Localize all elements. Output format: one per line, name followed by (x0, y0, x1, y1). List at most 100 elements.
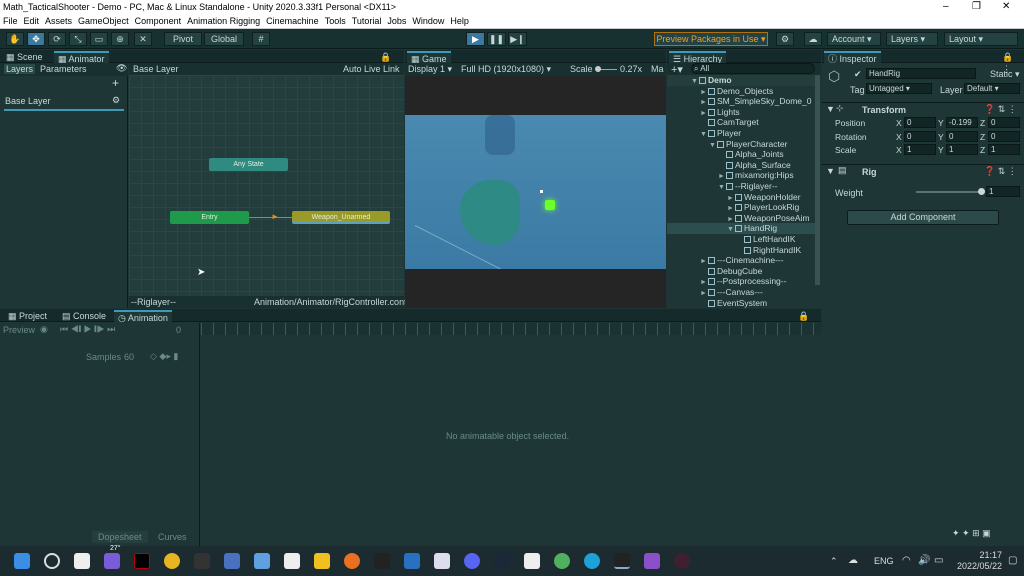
move-tool-icon[interactable]: ✥ (27, 32, 45, 46)
tag-dropdown[interactable]: Untagged ▾ (866, 83, 932, 94)
curves-tab[interactable]: Curves (158, 532, 187, 542)
playback-controls-icon[interactable]: ⏮ ◀❙ ▶ ❙▶ ⏭ (60, 324, 115, 335)
rig-foldout-icon[interactable]: ▼ (826, 166, 835, 176)
hierarchy-item[interactable]: ▼ Player (667, 128, 815, 139)
collab-icon[interactable]: ⚙ (776, 32, 794, 46)
tab-animation[interactable]: ◷ Animation (114, 310, 172, 323)
play-button[interactable]: ▶ (466, 32, 485, 46)
volume-icon[interactable]: 🔊 (918, 555, 930, 566)
menu-gameobject[interactable]: GameObject (75, 15, 132, 27)
animator-graph[interactable]: Base Layer Auto Live Link Any State Entr… (129, 63, 427, 308)
hierarchy-search-input[interactable]: ⌕ All (691, 63, 815, 74)
timeline-ruler[interactable] (201, 323, 821, 335)
frame-field[interactable]: 0 (176, 325, 181, 335)
tab-hierarchy[interactable]: ☰ Hierarchy (669, 51, 727, 64)
layer-dropdown[interactable]: Default ▾ (964, 83, 1020, 94)
global-toggle[interactable]: Global (204, 32, 244, 46)
pause-button[interactable]: ❚❚ (487, 32, 506, 46)
scale-tool-icon[interactable]: ⤡ (69, 32, 87, 46)
entry-node[interactable]: Entry (170, 211, 249, 224)
davinci-icon[interactable] (374, 553, 390, 569)
tray-chevron-icon[interactable]: ⌃ (830, 556, 838, 567)
wifi-icon[interactable]: ◠ (902, 555, 911, 566)
rider-icon[interactable] (674, 553, 690, 569)
visual-studio-icon[interactable] (644, 553, 660, 569)
inspector-lock-icon[interactable]: 🔒 ⋮ (998, 51, 1024, 74)
transform-y-field[interactable]: 1 (946, 144, 978, 155)
hierarchy-item[interactable]: ► WeaponHolder (667, 192, 815, 203)
step-button[interactable]: ▶❙ (508, 32, 527, 46)
hierarchy-item[interactable]: EventSystem (667, 298, 815, 308)
transform-header[interactable]: ▼ ⊹ Transform ❓ ⇅ ⋮ (822, 102, 1024, 115)
hierarchy-item[interactable]: RightHandIK (667, 245, 815, 256)
weight-slider-handle[interactable] (978, 188, 985, 195)
transform-y-field[interactable]: -0.199 (946, 117, 978, 128)
tab-game[interactable]: ▦ Game (407, 51, 451, 64)
menu-jobs[interactable]: Jobs (384, 15, 409, 27)
add-layer-icon[interactable]: + (112, 76, 119, 90)
menu-tutorial[interactable]: Tutorial (349, 15, 385, 27)
chrome-canary-icon[interactable] (554, 553, 570, 569)
game-viewport[interactable] (405, 115, 666, 269)
app-icon-2[interactable] (224, 553, 240, 569)
rect-tool-icon[interactable]: ▭ (90, 32, 108, 46)
tab-animator[interactable]: ▦ Animator (54, 51, 109, 64)
hierarchy-item[interactable]: ► WeaponPoseAim (667, 213, 815, 224)
app-icon-5[interactable] (404, 553, 420, 569)
hierarchy-item[interactable]: ► SM_SimpleSky_Dome_0 (667, 96, 815, 107)
unity-editor-icon[interactable] (614, 553, 630, 569)
minimize-icon[interactable]: – (943, 1, 949, 12)
hierarchy-scrollbar[interactable] (815, 75, 820, 285)
display-dropdown[interactable]: Display 1 ▾ (408, 64, 452, 75)
tab-scene[interactable]: ▦ Scene (2, 51, 47, 63)
app-icon-3[interactable] (254, 553, 270, 569)
component-menu-icon[interactable]: ❓ ⇅ ⋮ (984, 104, 1017, 115)
gameobject-name-field[interactable]: HandRig (866, 68, 976, 79)
subtab-parameters[interactable]: Parameters (40, 64, 87, 74)
cloud-icon[interactable]: ☁ (804, 32, 822, 46)
transform-z-field[interactable]: 0 (988, 117, 1020, 128)
netflix-icon[interactable] (134, 553, 150, 569)
foldout-icon[interactable]: ▼ (826, 104, 835, 114)
teams-icon[interactable]: 27° (104, 545, 121, 569)
menu-edit[interactable]: Edit (21, 15, 43, 27)
app-icon-4[interactable] (284, 553, 300, 569)
hierarchy-item[interactable]: ► ---Canvas--- (667, 287, 815, 298)
menu-tools[interactable]: Tools (322, 15, 349, 27)
animation-rigging-icon[interactable]: ✦ ✦ ⊞ ▣ (952, 528, 991, 538)
keyframe-icons[interactable]: ◇ ◆▸ ▮ (150, 351, 178, 362)
hierarchy-item[interactable]: ► Lights (667, 107, 815, 118)
hierarchy-item[interactable]: DebugCube (667, 266, 815, 277)
gear-icon[interactable]: ⚙ (112, 95, 120, 106)
battery-icon[interactable]: ▭ (934, 555, 943, 566)
language-indicator[interactable]: ENG (874, 556, 894, 566)
resolution-dropdown[interactable]: Full HD (1920x1080) ▾ (461, 64, 551, 75)
menu-cinemachine[interactable]: Cinemachine (263, 15, 322, 27)
samples-field[interactable]: 60 (124, 352, 134, 362)
close-icon[interactable]: ✕ (1002, 1, 1010, 12)
transform-z-field[interactable]: 0 (988, 130, 1020, 142)
steam-icon[interactable] (494, 553, 510, 569)
animation-lock-icon[interactable]: 🔒 ⋮ (794, 310, 821, 333)
transform-y-field[interactable]: 0 (946, 130, 978, 142)
hierarchy-item[interactable]: Alpha_Surface (667, 160, 815, 171)
transform-x-field[interactable]: 0 (904, 130, 936, 142)
layer-item-base[interactable]: Base Layer ⚙ (4, 93, 124, 111)
menu-file[interactable]: File (0, 15, 21, 27)
dopesheet-tab[interactable]: Dopesheet (92, 531, 148, 543)
unity-hub-icon[interactable] (524, 553, 540, 569)
hierarchy-item[interactable]: LeftHandIK (667, 234, 815, 245)
menu-window[interactable]: Window (409, 15, 447, 27)
transform-tool-icon[interactable]: ⊕ (111, 32, 129, 46)
transform-x-field[interactable]: 1 (904, 144, 936, 155)
pivot-toggle[interactable]: Pivot (164, 32, 202, 46)
weight-field[interactable]: 1 (986, 186, 1020, 197)
add-component-button[interactable]: Add Component (847, 210, 999, 225)
hierarchy-item[interactable]: ▼ PlayerCharacter (667, 139, 815, 150)
active-checkbox[interactable]: ✔ (854, 69, 862, 80)
hierarchy-item[interactable]: ► Demo_Objects (667, 86, 815, 97)
weapon-unarmed-node[interactable]: Weapon_Unarmed (292, 211, 390, 224)
hierarchy-item[interactable]: ► --Postprocessing-- (667, 276, 815, 287)
app-icon-1[interactable] (194, 553, 210, 569)
weight-slider[interactable] (916, 191, 982, 193)
